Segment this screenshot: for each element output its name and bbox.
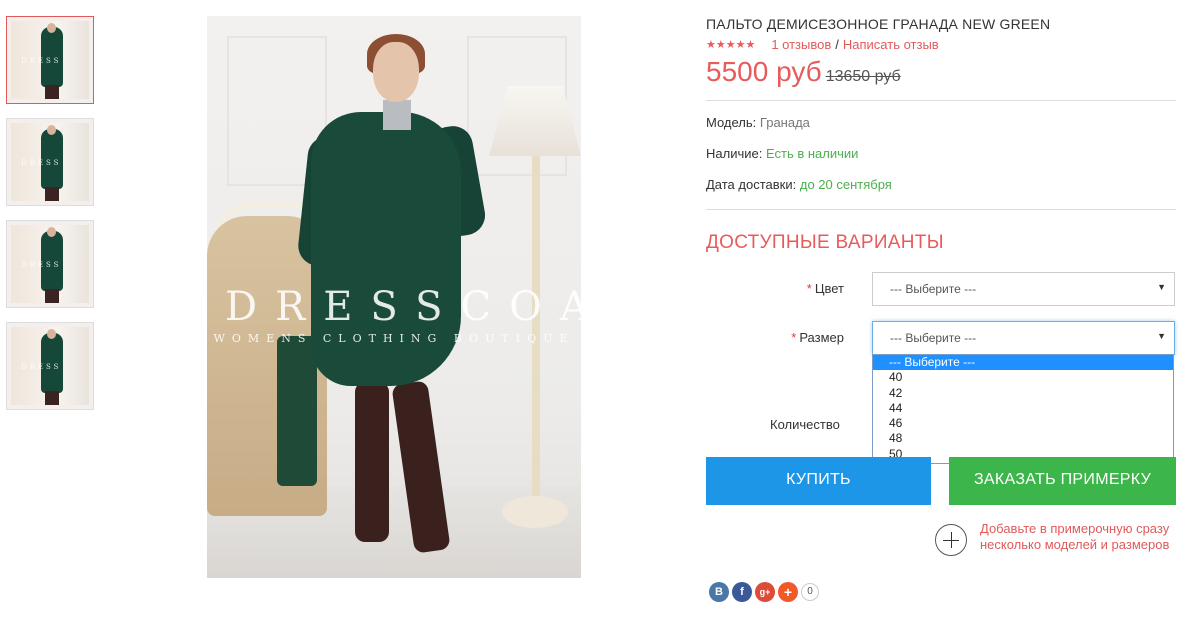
- thumbnail-3[interactable]: DRESS: [6, 220, 94, 308]
- size-option-row: * Размер --- Выберите --- ▼: [706, 321, 1176, 355]
- delivery-value: до 20 сентября: [799, 177, 892, 192]
- rating-separator: /: [835, 37, 839, 52]
- thumbnail-1[interactable]: DRESS: [6, 16, 94, 104]
- thumbnail-list: DRESS DRESS DRESS DRESS: [6, 16, 95, 424]
- size-select-value: --- Выберите ---: [890, 331, 977, 345]
- product-page: DRESS DRESS DRESS DRESS DRESSCO WOMENS C…: [0, 0, 1190, 629]
- size-dropdown-list: --- Выберите --- 40 42 44 46 48 50: [872, 354, 1174, 464]
- thumbnail-watermark: DRESS: [21, 57, 62, 65]
- availability-label: Наличие:: [706, 146, 763, 161]
- social-share: В f g+ + 0: [709, 582, 819, 602]
- share-count: 0: [801, 583, 819, 601]
- price: 5500 руб: [706, 56, 822, 87]
- google-plus-icon[interactable]: g+: [755, 582, 775, 602]
- main-product-image[interactable]: DRESSCOAT WOMENS CLOTHING BOUTIQUE: [207, 16, 581, 578]
- size-option[interactable]: 40: [873, 370, 1173, 385]
- rating-stars-icon: ★★★★★: [706, 39, 756, 51]
- size-option[interactable]: 46: [873, 416, 1173, 431]
- model-label: Модель:: [706, 115, 757, 130]
- thumbnail-watermark: DRESS: [21, 261, 62, 269]
- color-select[interactable]: --- Выберите --- ▼: [872, 272, 1175, 306]
- product-info: ПАЛЬТО ДЕМИСЕЗОННОЕ ГРАНАДА NEW GREEN ★★…: [706, 16, 1176, 254]
- color-option-row: * Цвет --- Выберите --- ▼: [706, 272, 1176, 306]
- size-label: * Размер: [791, 330, 844, 345]
- model-boot-left: [355, 382, 389, 542]
- thumbnail-4[interactable]: DRESS: [6, 322, 94, 410]
- green-drape: [277, 336, 317, 486]
- facebook-icon[interactable]: f: [732, 582, 752, 602]
- model-face: [373, 42, 419, 102]
- watermark-title: DRESSCOAT: [225, 284, 581, 330]
- lamp-base: [502, 496, 568, 528]
- divider: [706, 209, 1176, 210]
- write-review-link[interactable]: Написать отзыв: [843, 37, 939, 52]
- size-option[interactable]: 44: [873, 401, 1173, 416]
- color-label-text: Цвет: [814, 281, 844, 296]
- product-title: ПАЛЬТО ДЕМИСЕЗОННОЕ ГРАНАДА NEW GREEN: [706, 16, 1051, 32]
- delivery-row: Дата доставки: до 20 сентября: [706, 177, 1176, 208]
- rating-row: ★★★★★ 1 отзывов / Написать отзыв: [706, 37, 1176, 52]
- thumbnail-watermark: DRESS: [21, 363, 62, 371]
- watermark-subtitle: WOMENS CLOTHING BOUTIQUE: [213, 332, 575, 345]
- order-fitting-button[interactable]: ЗАКАЗАТЬ ПРИМЕРКУ: [949, 457, 1176, 505]
- price-row: 5500 руб 13650 руб: [706, 56, 1176, 88]
- caret-down-icon: ▼: [1157, 331, 1166, 341]
- buy-button[interactable]: КУПИТЬ: [706, 457, 931, 505]
- old-price: 13650 руб: [825, 68, 901, 85]
- product-meta: Модель: Гранада Наличие: Есть в наличии …: [706, 115, 1176, 208]
- size-option[interactable]: --- Выберите ---: [873, 355, 1173, 371]
- size-option[interactable]: 42: [873, 386, 1173, 401]
- options-title: ДОСТУПНЫЕ ВАРИАНТЫ: [706, 232, 944, 253]
- quantity-label: Количество: [770, 417, 840, 432]
- color-label: * Цвет: [807, 281, 844, 296]
- share-more-icon[interactable]: +: [778, 582, 798, 602]
- availability-row: Наличие: Есть в наличии: [706, 146, 1176, 177]
- reviews-link[interactable]: 1 отзывов: [771, 37, 831, 52]
- model-neck: [383, 100, 411, 130]
- required-mark: *: [791, 330, 797, 345]
- thumbnail-2[interactable]: DRESS: [6, 118, 94, 206]
- fitting-note-text[interactable]: Добавьте в примерочную сразу несколько м…: [980, 521, 1175, 553]
- divider: [706, 100, 1176, 101]
- model-row: Модель: Гранада: [706, 115, 1176, 146]
- color-select-value: --- Выберите ---: [890, 282, 977, 296]
- model-value: Гранада: [759, 115, 810, 130]
- vk-icon[interactable]: В: [709, 582, 729, 602]
- caret-down-icon: ▼: [1157, 282, 1166, 292]
- availability-value: Есть в наличии: [765, 146, 859, 161]
- size-label-text: Размер: [799, 330, 844, 345]
- size-option[interactable]: 48: [873, 431, 1173, 446]
- size-select[interactable]: --- Выберите --- ▼: [872, 321, 1175, 355]
- brand-watermark: DRESSCOAT WOMENS CLOTHING BOUTIQUE: [207, 284, 581, 345]
- delivery-label: Дата доставки:: [706, 177, 797, 192]
- required-mark: *: [806, 281, 812, 296]
- thumbnail-watermark: DRESS: [21, 159, 62, 167]
- add-to-fitting-icon[interactable]: [935, 524, 967, 556]
